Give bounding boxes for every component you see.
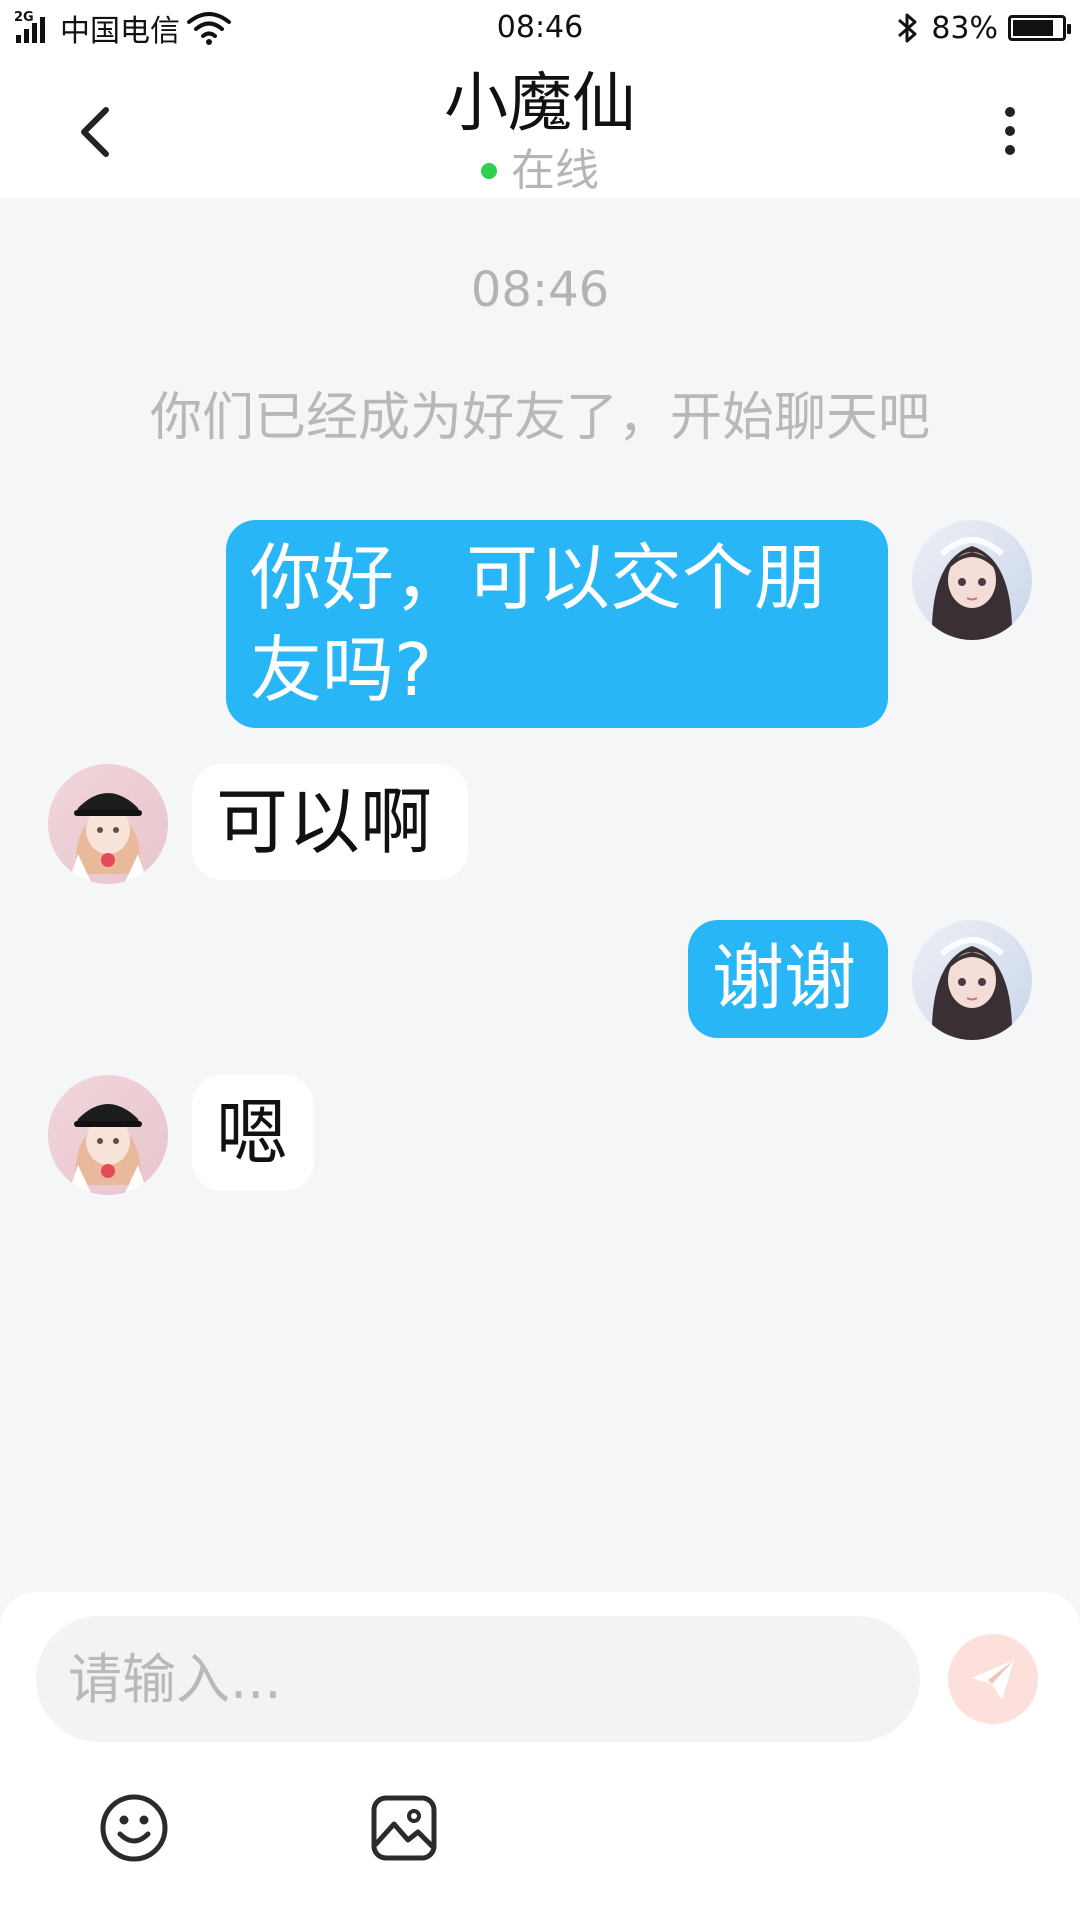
message-timestamp: 08:46 xyxy=(470,262,610,318)
online-status: 在线 xyxy=(0,146,1080,196)
avatar-image xyxy=(912,920,1032,1040)
image-button[interactable] xyxy=(364,1788,444,1868)
message-input-box[interactable] xyxy=(36,1616,920,1742)
contact-avatar[interactable] xyxy=(48,764,168,884)
avatar-image xyxy=(912,520,1032,640)
more-dot xyxy=(1005,126,1015,136)
more-vertical-icon xyxy=(1005,107,1015,117)
battery-fill xyxy=(1013,20,1053,36)
more-options-button[interactable] xyxy=(980,96,1040,166)
paper-plane-icon xyxy=(972,1660,1014,1700)
message-bubble-received[interactable]: 嗯 xyxy=(192,1075,314,1191)
send-button[interactable] xyxy=(948,1634,1038,1724)
online-status-label: 在线 xyxy=(511,145,599,196)
my-avatar[interactable] xyxy=(912,920,1032,1040)
chat-header: 小魔仙 在线 xyxy=(0,56,1080,198)
battery-icon xyxy=(1008,15,1071,41)
avatar-image xyxy=(48,764,168,884)
message-text: 谢谢 xyxy=(712,936,857,1020)
battery-percent: 83% xyxy=(931,10,998,46)
bluetooth-icon xyxy=(898,13,917,43)
online-dot-icon xyxy=(481,163,497,179)
message-bubble-sent[interactable]: 你好，可以交个朋友吗? xyxy=(226,520,888,728)
message-text: 你好，可以交个朋友吗? xyxy=(250,536,827,712)
message-text: 嗯 xyxy=(216,1091,289,1175)
message-bubble-sent[interactable]: 谢谢 xyxy=(688,920,888,1038)
system-message: 你们已经成为好友了，开始聊天吧 xyxy=(149,388,930,448)
avatar-image xyxy=(48,1075,168,1195)
status-right: 83% xyxy=(895,6,1071,50)
message-bubble-received[interactable]: 可以啊 xyxy=(192,764,468,880)
image-icon xyxy=(371,1795,437,1861)
smiley-icon xyxy=(100,1794,168,1862)
emoji-button[interactable] xyxy=(94,1788,174,1868)
contact-avatar[interactable] xyxy=(48,1075,168,1195)
contact-name: 小魔仙 xyxy=(444,67,636,141)
message-text: 可以啊 xyxy=(216,780,433,864)
message-input[interactable] xyxy=(66,1646,920,1712)
my-avatar[interactable] xyxy=(912,520,1032,640)
input-panel xyxy=(0,1592,1080,1920)
more-dot xyxy=(1005,145,1015,155)
status-bar: 2G 中国电信 08:46 83% xyxy=(0,0,1080,56)
